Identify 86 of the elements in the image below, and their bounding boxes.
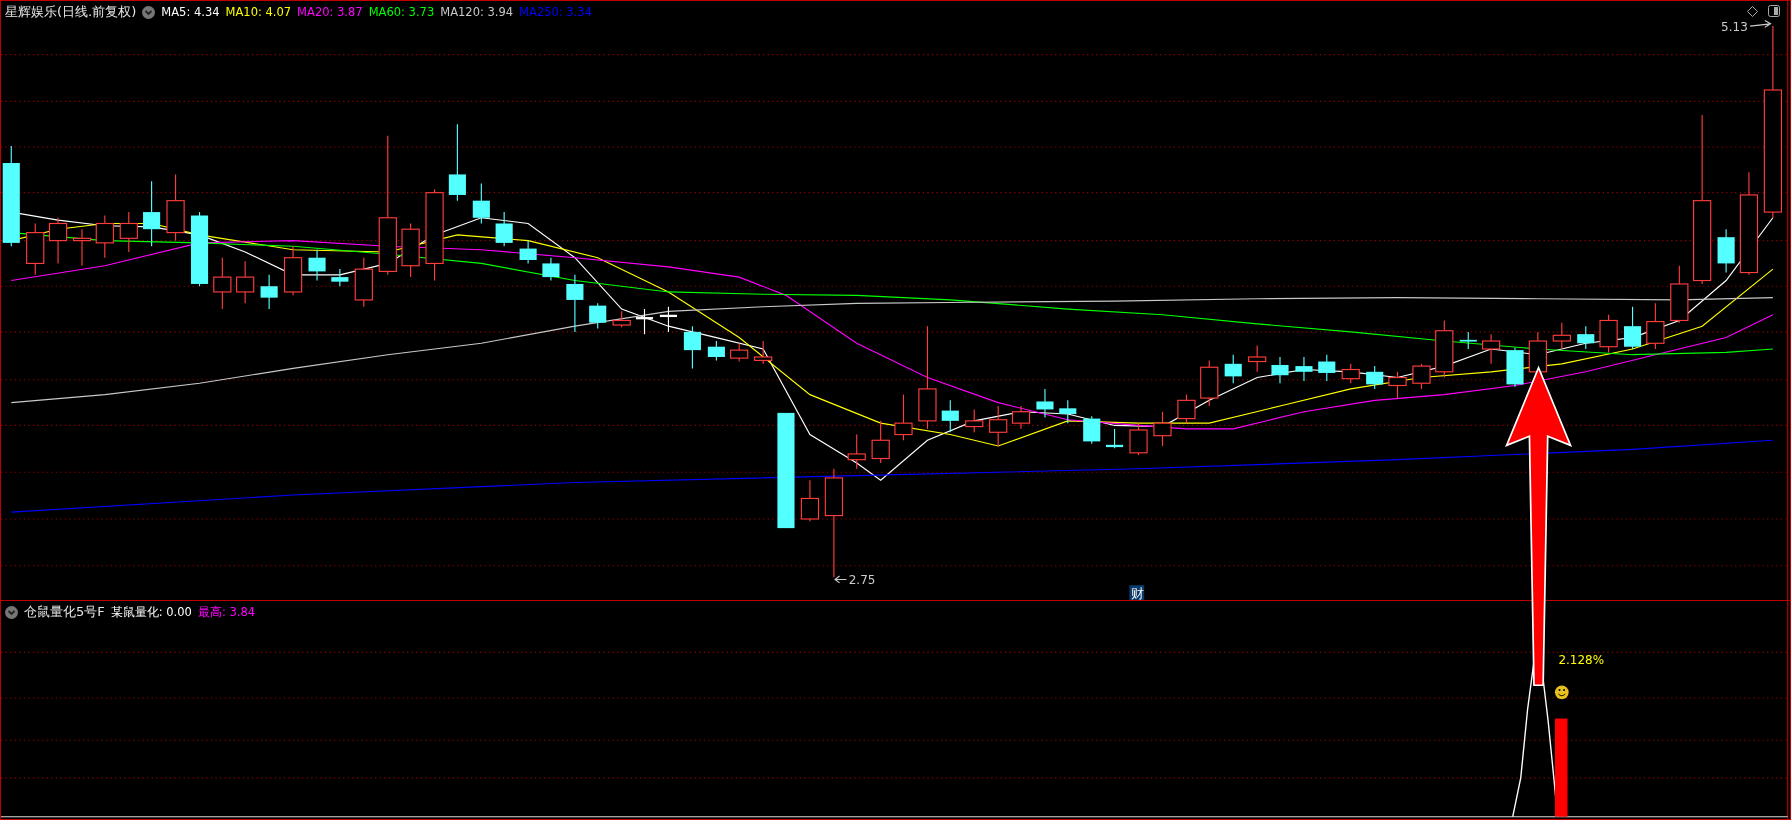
- candlestick: [1295, 356, 1313, 382]
- candlestick: [26, 222, 45, 276]
- candlestick: [1577, 325, 1595, 350]
- indicator-value: MA250: 3.34: [519, 5, 592, 19]
- candlestick: [612, 310, 631, 328]
- panel-toggle-icon[interactable]: [1768, 5, 1780, 17]
- candlestick: [1153, 411, 1172, 447]
- candlestick: [308, 249, 326, 282]
- candlestick: [1248, 345, 1267, 373]
- candlestick: [1129, 422, 1148, 456]
- candlestick: [1341, 363, 1360, 384]
- candlestick: [1318, 354, 1336, 382]
- candlestick: [1670, 265, 1689, 324]
- smiley-icon: [1554, 685, 1569, 700]
- indicator-title: 仓鼠量化5号F: [24, 603, 105, 621]
- candlestick: [1599, 314, 1618, 353]
- candlestick: [48, 217, 68, 264]
- candlestick: [1200, 359, 1219, 407]
- candlestick: [166, 173, 185, 242]
- candlestick: [1011, 405, 1031, 430]
- candlestick: [1366, 365, 1384, 390]
- candlestick: [707, 340, 725, 361]
- candlestick: [1624, 306, 1642, 350]
- candlestick: [989, 405, 1008, 447]
- candlestick: [1646, 302, 1665, 350]
- diamond-icon[interactable]: [1747, 5, 1758, 17]
- low-price-label: 2.75: [848, 573, 876, 588]
- indicator-value: MA10: 4.07: [225, 5, 292, 19]
- dropdown-icon[interactable]: [142, 5, 156, 19]
- candlestick: [495, 211, 513, 247]
- finance-badge[interactable]: 财: [1130, 585, 1144, 600]
- candlestick: [95, 214, 114, 259]
- candlestick: [589, 302, 607, 329]
- candlestick: [635, 308, 654, 335]
- candlestick: [1083, 415, 1101, 445]
- candlestick: [941, 399, 959, 433]
- candlestick: [354, 257, 373, 308]
- candlestick: [871, 420, 890, 464]
- signal-percent-label: 2.128%: [1558, 652, 1604, 667]
- candlestick: [1552, 322, 1571, 350]
- indicator-value: 某鼠量化: 0.00: [110, 604, 192, 620]
- dropdown-icon[interactable]: [5, 605, 18, 619]
- candlestick: [1177, 394, 1196, 424]
- candlestick: [1388, 371, 1407, 399]
- candlestick: [754, 340, 773, 365]
- candlestick: [1481, 333, 1501, 365]
- candlestick: [542, 257, 560, 282]
- candlestick: [1459, 331, 1477, 350]
- candlestick: [213, 257, 232, 310]
- candlestick: [119, 211, 138, 253]
- candlestick: [894, 394, 913, 441]
- indicator-value: MA20: 3.87: [297, 5, 363, 19]
- candlestick: [1059, 399, 1077, 424]
- candlestick: [519, 240, 537, 264]
- candlestick: [472, 183, 490, 225]
- candlestick: [1036, 388, 1054, 418]
- indicator-value: MA120: 3.94: [440, 5, 514, 19]
- candlestick: [1106, 428, 1124, 449]
- candlestick: [730, 342, 749, 363]
- badge-background: [1129, 585, 1145, 600]
- candlestick: [260, 274, 278, 310]
- candlestick: [72, 228, 92, 267]
- candlestick: [283, 245, 303, 296]
- candlestick: [800, 479, 820, 522]
- candlestick: [965, 408, 984, 433]
- stock-title: 星辉娱乐(日线.前复权): [5, 3, 137, 21]
- candlestick: [683, 325, 701, 369]
- candlestick: [1435, 319, 1454, 379]
- candlestick: [1506, 347, 1524, 388]
- candlestick: [331, 268, 349, 287]
- candlestick: [566, 274, 584, 333]
- candlestick: [1224, 354, 1242, 384]
- leader-line: [1749, 19, 1772, 28]
- candlestick: [1717, 228, 1735, 274]
- candlestick: [143, 180, 161, 247]
- candlestick: [236, 260, 255, 304]
- candlestick: [401, 222, 420, 278]
- candlestick: [1412, 363, 1431, 390]
- candlestick: [847, 434, 866, 470]
- candlestick: [659, 306, 677, 333]
- leader-line: [834, 575, 847, 584]
- indicator-value: MA5: 4.34: [161, 5, 220, 19]
- indicator-value: MA60: 3.73: [368, 5, 435, 19]
- indicator-value: 最高: 3.84: [197, 604, 256, 620]
- high-price-label: 5.13: [1721, 19, 1748, 34]
- candlestick: [1271, 356, 1289, 384]
